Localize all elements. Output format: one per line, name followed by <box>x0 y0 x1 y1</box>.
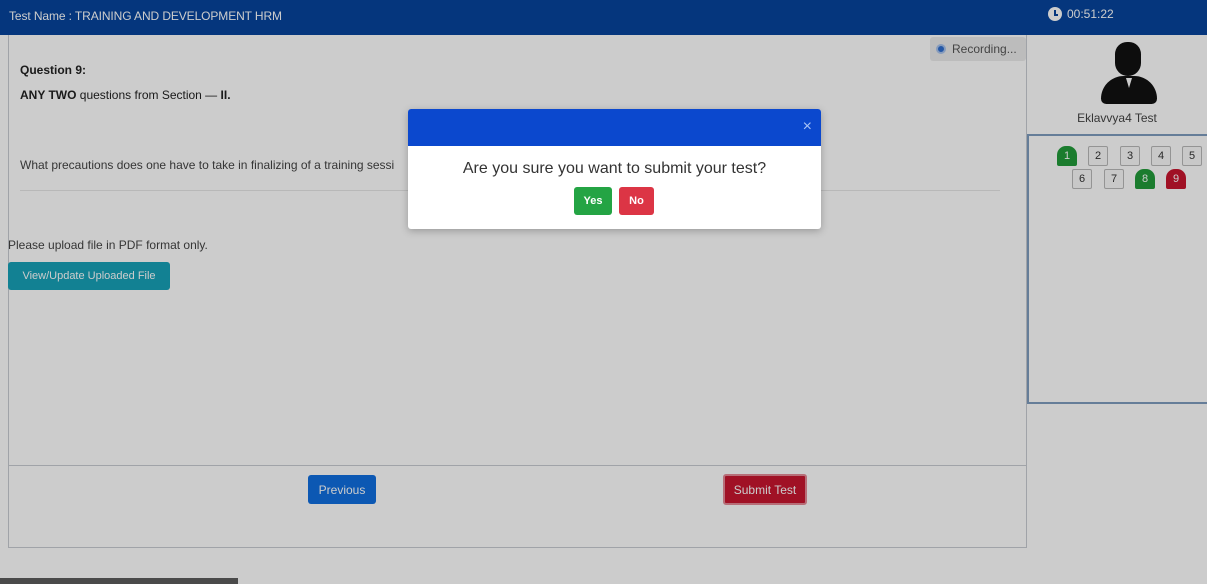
submit-confirm-dialog: × Are you sure you want to submit your t… <box>408 109 821 229</box>
close-icon[interactable]: × <box>803 119 812 135</box>
dialog-message: Are you sure you want to submit your tes… <box>462 160 767 177</box>
yes-button[interactable]: Yes <box>574 187 612 215</box>
dialog-header: × <box>408 109 821 146</box>
no-button[interactable]: No <box>619 187 654 215</box>
bottom-strip <box>0 578 238 584</box>
modal-backdrop[interactable] <box>0 0 1207 584</box>
